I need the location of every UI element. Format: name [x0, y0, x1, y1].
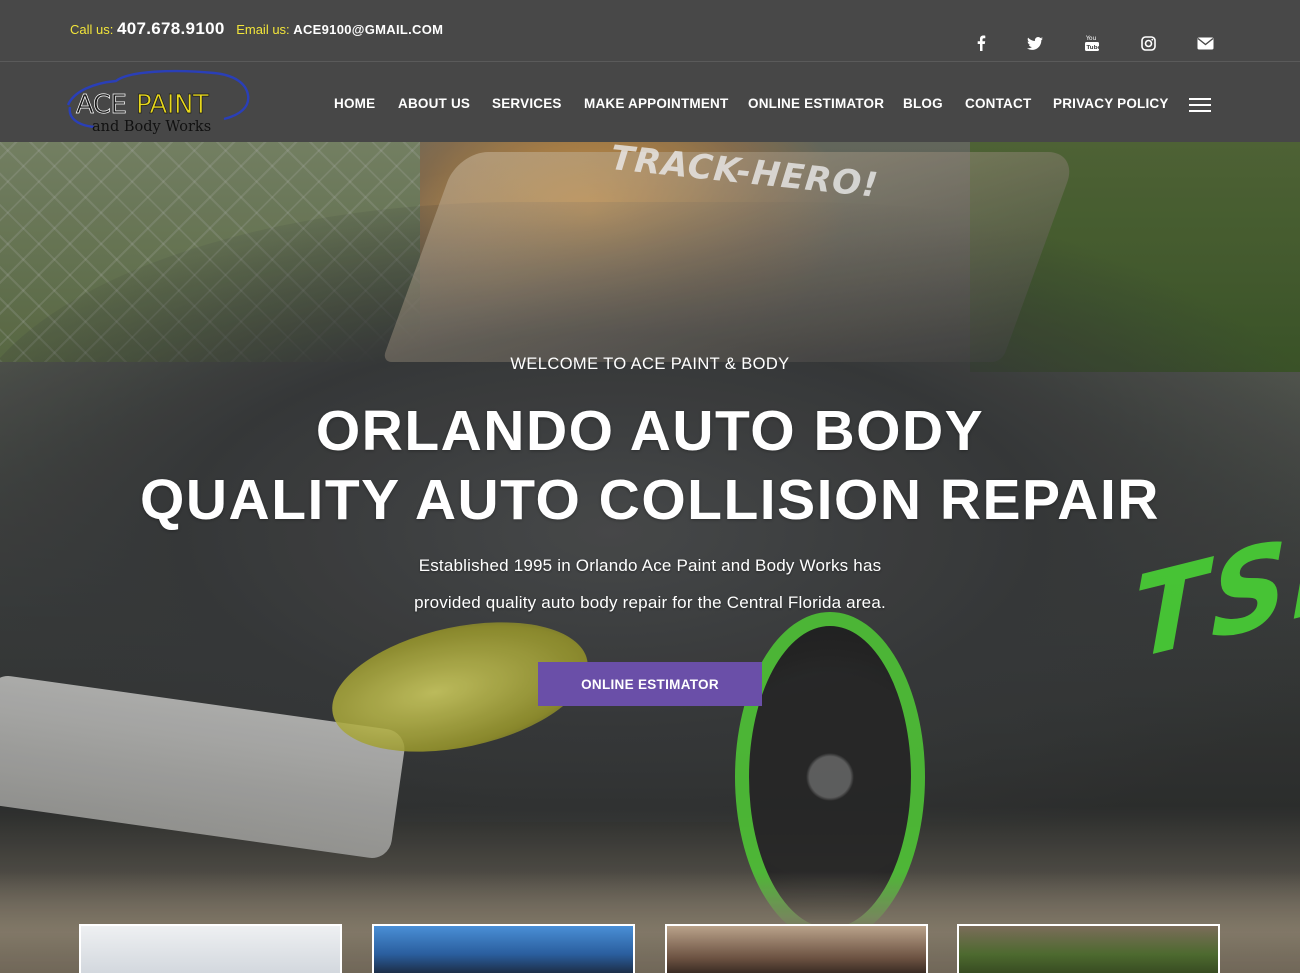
hero-description-line2: provided quality auto body repair for th…	[414, 593, 886, 612]
hero-welcome-text: WELCOME TO ACE PAINT & BODY	[510, 355, 790, 373]
phone-link[interactable]: 407.678.9100	[117, 19, 225, 38]
service-thumbnail-4[interactable]	[957, 924, 1220, 973]
svg-text:and Body Works: and Body Works	[92, 119, 211, 135]
call-label: Call us:	[70, 22, 114, 37]
nav-home[interactable]: HOME	[334, 96, 375, 111]
instagram-icon[interactable]	[1137, 33, 1159, 53]
hamburger-menu-icon[interactable]	[1189, 98, 1211, 112]
service-thumbnail-2[interactable]	[372, 924, 635, 973]
ace-paint-logo[interactable]: ACE PAINT and Body Works	[64, 67, 252, 137]
hero-description-line1: Established 1995 in Orlando Ace Paint an…	[418, 556, 882, 575]
email-link[interactable]: ACE9100@GMAIL.COM	[293, 22, 443, 37]
youtube-icon[interactable]: You Tube	[1081, 33, 1103, 53]
nav-privacy-policy[interactable]: PRIVACY POLICY	[1053, 96, 1169, 111]
email-label: Email us:	[236, 22, 290, 37]
nav-make-appointment[interactable]: MAKE APPOINTMENT	[584, 96, 728, 111]
svg-text:Tube: Tube	[1087, 45, 1101, 51]
nav-services[interactable]: SERVICES	[492, 96, 562, 111]
nav-online-estimator[interactable]: ONLINE ESTIMATOR	[748, 96, 884, 111]
svg-text:PAINT: PAINT	[136, 90, 209, 120]
main-navbar: ACE PAINT and Body Works HOME ABOUT US S…	[0, 62, 1300, 142]
svg-text:You: You	[1085, 35, 1097, 42]
email-icon[interactable]	[1194, 33, 1216, 53]
nav-blog[interactable]: BLOG	[903, 96, 943, 111]
facebook-icon[interactable]	[970, 33, 992, 53]
nav-about-us[interactable]: ABOUT US	[398, 96, 470, 111]
top-bar: Call us: 407.678.9100 Email us: ACE9100@…	[0, 0, 1300, 62]
online-estimator-button[interactable]: ONLINE ESTIMATOR	[538, 662, 762, 706]
service-thumbnail-1[interactable]	[79, 924, 342, 973]
contact-info: Call us: 407.678.9100 Email us: ACE9100@…	[70, 19, 443, 39]
nav-contact[interactable]: CONTACT	[965, 96, 1031, 111]
twitter-icon[interactable]	[1024, 33, 1046, 53]
hero-title-line2: QUALITY AUTO COLLISION REPAIR	[140, 468, 1160, 532]
service-thumbnail-3[interactable]	[665, 924, 928, 973]
hero-section: TRACK-HERO! TSM WELCOME TO ACE PAINT & B…	[0, 142, 1300, 973]
hero-title-line1: ORLANDO AUTO BODY	[315, 399, 985, 463]
svg-text:ACE: ACE	[76, 90, 126, 120]
